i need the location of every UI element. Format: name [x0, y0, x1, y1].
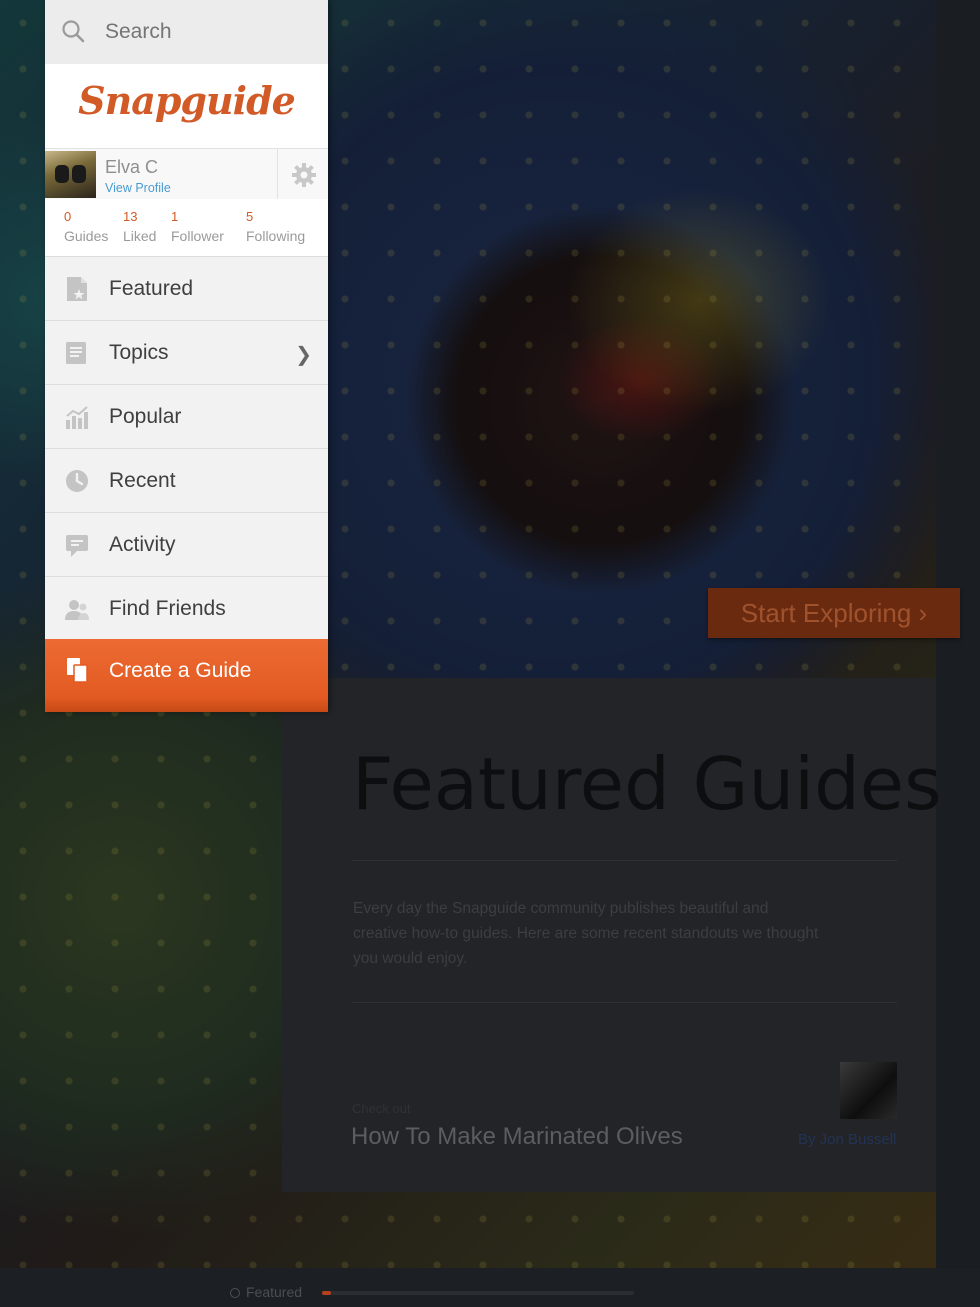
stat-label: Follower [171, 228, 224, 244]
menu-item-activity[interactable]: Activity [45, 513, 328, 577]
stat-label: Following [246, 228, 306, 244]
circle-icon [230, 1288, 240, 1299]
stat-liked[interactable]: 13 Liked [123, 209, 156, 244]
author-avatar[interactable] [840, 1062, 897, 1119]
stat-label: Guides [64, 228, 109, 244]
stat-value: 13 [123, 209, 138, 224]
search-icon [62, 20, 85, 43]
avatar-detail [72, 165, 86, 183]
menu-label: Featured [109, 277, 194, 300]
stat-label: Liked [123, 228, 157, 244]
menu-item-recent[interactable]: Recent [45, 449, 328, 513]
recent-clock-icon [66, 470, 88, 492]
sidebar-menu: Snapguide Elva C View Profile [45, 0, 328, 712]
menu-label: Find Friends [109, 597, 226, 620]
search-input[interactable] [105, 19, 305, 45]
profile-row[interactable]: Elva C View Profile [45, 148, 328, 201]
gear-icon [292, 163, 316, 187]
right-edge [936, 0, 980, 1307]
create-guide-icon [67, 658, 88, 683]
view-profile-link[interactable]: View Profile [105, 181, 171, 195]
stat-follower[interactable]: 1 Follower [171, 209, 224, 244]
topics-book-icon [66, 342, 86, 364]
author-link[interactable]: By Jon Bussell [798, 1131, 896, 1148]
menu-item-featured[interactable]: Featured [45, 257, 328, 321]
snapguide-logo: Snapguide [78, 78, 296, 123]
featured-document-icon [67, 277, 87, 301]
check-out-label: Check out [352, 1101, 411, 1116]
menu-item-popular[interactable]: Popular [45, 385, 328, 449]
menu-label: Popular [109, 405, 182, 428]
stat-guides[interactable]: 0 Guides [64, 209, 108, 244]
stat-following[interactable]: 5 Following [246, 209, 305, 244]
create-guide-button[interactable]: Create a Guide [45, 639, 328, 712]
stat-value: 5 [246, 209, 254, 224]
divider [352, 1002, 897, 1003]
search-bar [45, 0, 328, 64]
menu-label: Recent [109, 469, 176, 492]
featured-description: Every day the Snapguide community publis… [353, 900, 819, 967]
page-progress-fill [322, 1291, 332, 1295]
popular-chart-icon [66, 406, 88, 429]
activity-chat-icon [66, 535, 88, 557]
divider [352, 860, 897, 861]
profile-name: Elva C [105, 157, 159, 177]
avatar-detail [55, 165, 69, 183]
profile-stats: 0 Guides 13 Liked 1 Follower 5 Following [45, 199, 328, 257]
avatar[interactable] [45, 151, 96, 198]
bottom-bar [0, 1268, 980, 1307]
create-guide-label: Create a Guide [109, 659, 252, 682]
page-progress-bar [322, 1291, 634, 1295]
menu-item-find-friends[interactable]: Find Friends [45, 577, 328, 641]
featured-guides-title: Featured Guides [352, 742, 942, 826]
bottom-label-text: Featured [246, 1284, 303, 1300]
menu-label: Activity [109, 533, 176, 556]
bottom-section-label: Featured [230, 1284, 302, 1300]
menu-label: Topics [109, 341, 169, 364]
find-friends-icon [65, 600, 89, 620]
stat-value: 0 [64, 209, 72, 224]
menu-item-topics[interactable]: Topics ❯ [45, 321, 328, 385]
start-exploring-button[interactable]: Start Exploring › [708, 588, 960, 638]
logo-area: Snapguide [45, 64, 328, 148]
stat-value: 1 [171, 209, 179, 224]
chevron-right-icon: ❯ [295, 344, 312, 366]
guide-title-link[interactable]: How To Make Marinated Olives [351, 1123, 683, 1151]
settings-button[interactable] [277, 149, 329, 200]
